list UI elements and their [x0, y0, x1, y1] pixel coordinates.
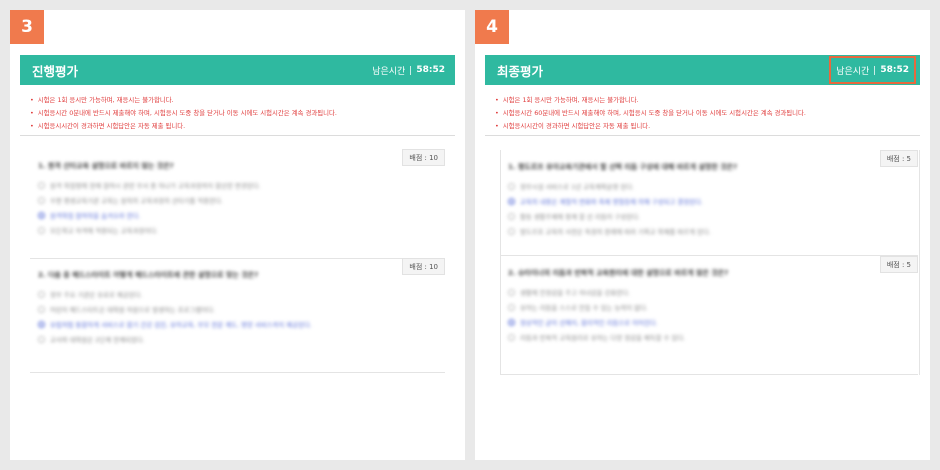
option-text: 정부 주요 기관은 유료로 제공된다. — [50, 291, 143, 299]
answer-option-selected[interactable]: 유럽처럼 통합하게 서비스로 합기 건강 검진, 유아교육, 부모 전문 계도,… — [38, 317, 445, 332]
option-text: 우편 평생교육기관 교육는 원칙의 교육과정의 산타기를 적용한다. — [50, 197, 223, 205]
option-text: 리듬과 반복적 교육원리로 유아는 다양 정감을 체득할 수 있다. — [520, 334, 686, 342]
question-card: 배점 : 5 1. 평도르프 유아교육기관에서 할 선택 리듬 구성에 대해 바… — [500, 150, 918, 256]
answer-option[interactable]: 어린이 헤드스타트은 대학원 자원으로 발생하는 프로그램이다. — [38, 302, 445, 317]
answer-option[interactable]: 정부시설 서비스로 1년 교육계획운영 된다. — [508, 179, 918, 194]
radio-checked-icon[interactable] — [38, 321, 45, 328]
question-text: 1. 평도르프 유아교육기관에서 할 선택 리듬 구성에 대해 바르게 설명한 … — [508, 163, 738, 171]
answer-option[interactable]: 유아는 리듬을 스스로 만들 수 있는 능력이 없다. — [508, 300, 918, 315]
option-text: 어린이 헤드스타트은 대학원 자원으로 발생하는 프로그램이다. — [50, 306, 216, 314]
answer-option[interactable]: 교사와 대학원은 2단계 연계되었다. — [38, 332, 445, 347]
radio-icon[interactable] — [38, 291, 45, 298]
answer-option[interactable]: 발도르프 교육의 사전은 특정의 판례에 따라 기획교 학제를 따르게 된다. — [508, 224, 918, 239]
answer-option[interactable]: 리듬과 반복적 교육원리로 유아는 다양 정감을 체득할 수 있다. — [508, 330, 918, 345]
radio-icon[interactable] — [508, 334, 515, 341]
exam-header: 최종평가 남은시간 58:52 — [485, 55, 920, 85]
blurred-question: 1. 평도르프 유아교육기관에서 할 선택 리듬 구성에 대해 바르게 설명한 … — [500, 150, 918, 239]
notice-item: 시험응시간 60분내에 반드시 제출해야 하며, 시험응시 도중 창을 닫거나 … — [495, 107, 910, 120]
timer-value: 58:52 — [880, 65, 909, 75]
timer-divider — [410, 65, 412, 75]
final-exam-panel: 4 최종평가 남은시간 58:52 시험은 1회 응시만 가능하며, 재응시는 … — [475, 10, 930, 460]
option-text: 정상적인 균이 선해지, 합리적인 리듬으로 이어진다. — [520, 319, 658, 327]
option-text: 생활에 안정감을 주고 자녀감을 강화한다. — [520, 289, 631, 297]
timer-label: 남은시간 — [372, 66, 406, 77]
radio-checked-icon[interactable] — [38, 212, 45, 219]
notice-item: 시험응시시간이 경과하면 시험답안은 자동 제출 됩니다. — [30, 120, 445, 133]
option-text: 원격학점 참여작을 숨겨오라 한다. — [50, 212, 141, 220]
timer-label: 남은시간 — [836, 66, 870, 77]
option-text: 유아는 리듬을 스스로 만들 수 있는 능력이 없다. — [520, 304, 648, 312]
answer-option[interactable]: 생활에 안정감을 주고 자녀감을 강화한다. — [508, 285, 918, 300]
option-text: 활동 생활주제에 항계 할 선 리듬이 구성된다. — [520, 213, 641, 221]
blurred-question: 1. 원격 산타교육 설명으로 바르지 않는 것은? 원격 학점형에 현재 참여… — [30, 149, 445, 238]
timer-divider — [874, 65, 876, 75]
radio-checked-icon[interactable] — [508, 319, 515, 326]
question-text: 1. 원격 산타교육 설명으로 바르지 않는 것은? — [38, 162, 174, 170]
radio-icon[interactable] — [38, 182, 45, 189]
step-badge: 3 — [10, 10, 44, 44]
blurred-question: 2. 슈타이너의 리듬과 반복적 교육원리에 대한 설명으로 바르게 않은 것은… — [500, 256, 918, 345]
radio-checked-icon[interactable] — [508, 198, 515, 205]
radio-icon[interactable] — [508, 213, 515, 220]
option-list: 원격 학점형에 현재 참여시 관련 부서 중 하나가 교육과정까지 합산한 변경… — [30, 178, 445, 238]
option-text: 교사와 대학원은 2단계 연계되었다. — [50, 336, 145, 344]
question-card: 배점 : 5 2. 슈타이너의 리듬과 반복적 교육원리에 대한 설명으로 바르… — [500, 256, 918, 375]
answer-option-selected[interactable]: 원격학점 참여작을 숨겨오라 한다. — [38, 208, 445, 223]
radio-icon[interactable] — [508, 228, 515, 235]
option-list: 정부시설 서비스로 1년 교육계획운영 된다. 교육의 내용은 계절적 변화와 … — [500, 179, 918, 239]
question-text: 2. 슈타이너의 리듬과 반복적 교육원리에 대한 설명으로 바르게 않은 것은… — [508, 269, 729, 277]
blurred-question: 2. 다음 중 헤드스타이트 어떻게 헤드스타이트에 관한 설명으로 맞는 것은… — [30, 258, 445, 347]
answer-option-selected[interactable]: 교육의 내용은 계절적 변화와 축제 명절등에 의해 구성되고 결정된다. — [508, 194, 918, 209]
radio-icon[interactable] — [508, 289, 515, 296]
answer-option[interactable]: 정부 주요 기관은 유료로 제공된다. — [38, 287, 445, 302]
option-text: 원격 학점형에 현재 참여시 관련 부서 중 하나가 교육과정까지 합산한 변경… — [50, 182, 261, 190]
divider — [485, 135, 920, 136]
notice-item: 시험은 1회 응시만 가능하며, 재응시는 불가합니다. — [30, 94, 445, 107]
notice-item: 시험응시간 0분내에 반드시 제출해야 하며, 시험응시 도중 창을 닫거나 이… — [30, 107, 445, 120]
exam-title: 최종평가 — [497, 63, 544, 79]
radio-icon[interactable] — [38, 227, 45, 234]
remaining-time: 남은시간 58:52 — [372, 64, 445, 77]
radio-icon[interactable] — [38, 306, 45, 313]
radio-icon[interactable] — [508, 183, 515, 190]
answer-option[interactable]: 모든학교 자격에 적용되는 교육과정이다. — [38, 223, 445, 238]
exam-title: 진행평가 — [32, 63, 79, 79]
answer-option-selected[interactable]: 정상적인 균이 선해지, 합리적인 리듬으로 이어진다. — [508, 315, 918, 330]
radio-icon[interactable] — [38, 336, 45, 343]
option-text: 정부시설 서비스로 1년 교육계획운영 된다. — [520, 183, 635, 191]
progress-exam-panel: 3 진행평가 남은시간 58:52 시험은 1회 응시만 가능하며, 재응시는 … — [10, 10, 465, 460]
remaining-time-highlighted: 남은시간 58:52 — [829, 56, 916, 84]
exam-notices: 시험은 1회 응시만 가능하며, 재응시는 불가합니다. 시험응시간 0분내에 … — [30, 94, 445, 133]
answer-option[interactable]: 원격 학점형에 현재 참여시 관련 부서 중 하나가 교육과정까지 합산한 변경… — [38, 178, 445, 193]
option-text: 유럽처럼 통합하게 서비스로 합기 건강 검진, 유아교육, 부모 전문 계도,… — [50, 321, 312, 329]
option-text: 교육의 내용은 계절적 변화와 축제 명절등에 의해 구성되고 결정된다. — [520, 198, 703, 206]
option-text: 모든학교 자격에 적용되는 교육과정이다. — [50, 227, 159, 235]
radio-icon[interactable] — [508, 304, 515, 311]
divider — [20, 135, 455, 136]
question-card: 배점 : 10 1. 원격 산타교육 설명으로 바르지 않는 것은? 원격 학점… — [30, 149, 445, 259]
notice-item: 시험은 1회 응시만 가능하며, 재응시는 불가합니다. — [495, 94, 910, 107]
option-list: 생활에 안정감을 주고 자녀감을 강화한다. 유아는 리듬을 스스로 만들 수 … — [500, 285, 918, 345]
timer-value: 58:52 — [416, 65, 445, 75]
question-card: 배점 : 10 2. 다음 중 헤드스타이트 어떻게 헤드스타이트에 관한 설명… — [30, 258, 445, 373]
answer-option[interactable]: 활동 생활주제에 항계 할 선 리듬이 구성된다. — [508, 209, 918, 224]
answer-option[interactable]: 우편 평생교육기관 교육는 원칙의 교육과정의 산타기를 적용한다. — [38, 193, 445, 208]
exam-header: 진행평가 남은시간 58:52 — [20, 55, 455, 85]
question-text: 2. 다음 중 헤드스타이트 어떻게 헤드스타이트에 관한 설명으로 맞는 것은… — [38, 271, 259, 279]
radio-icon[interactable] — [38, 197, 45, 204]
option-text: 발도르프 교육의 사전은 특정의 판례에 따라 기획교 학제를 따르게 된다. — [520, 228, 711, 236]
notice-item: 시험응시시간이 경과하면 시험답안은 자동 제출 됩니다. — [495, 120, 910, 133]
option-list: 정부 주요 기관은 유료로 제공된다. 어린이 헤드스타트은 대학원 자원으로 … — [30, 287, 445, 347]
step-badge: 4 — [475, 10, 509, 44]
exam-notices: 시험은 1회 응시만 가능하며, 재응시는 불가합니다. 시험응시간 60분내에… — [495, 94, 910, 133]
